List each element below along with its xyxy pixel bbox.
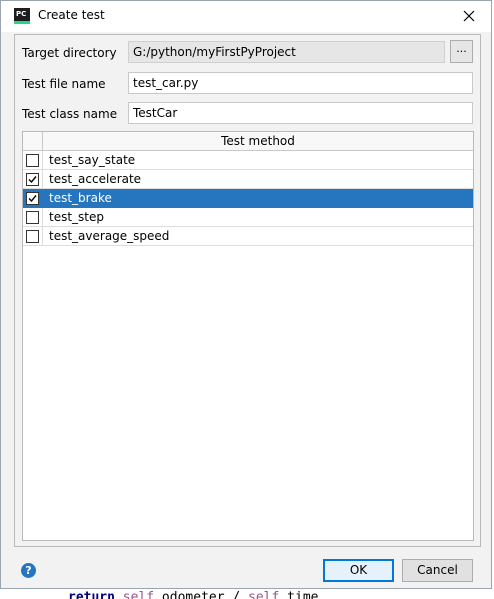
checkmark-icon <box>28 175 37 183</box>
method-name: test_say_state <box>49 152 136 167</box>
close-button[interactable] <box>455 5 483 27</box>
checkbox-unchecked[interactable] <box>26 153 39 167</box>
header-check-column[interactable] <box>23 132 43 150</box>
dialog-title: Create test <box>38 8 105 22</box>
checkbox-unchecked[interactable] <box>26 229 39 243</box>
row-check-cell <box>23 207 43 227</box>
test-method-table: Test method test_say_state test_accelerat… <box>22 131 474 541</box>
browse-button[interactable]: ... <box>450 40 473 63</box>
table-row[interactable]: test_brake <box>23 188 473 208</box>
checkmark-icon <box>28 194 37 202</box>
pycharm-icon: PC <box>14 8 30 24</box>
close-icon <box>463 10 475 22</box>
method-name: test_average_speed <box>49 228 170 243</box>
test-method-header[interactable]: Test method <box>43 132 473 150</box>
title-bar: PC Create test <box>1 1 491 32</box>
row-check-cell <box>23 150 43 170</box>
test-class-name-label: Test class name <box>22 107 118 121</box>
row-check-cell <box>23 226 43 246</box>
method-name: test_brake <box>49 190 112 205</box>
background-code-line: return self.odometer / self.time <box>68 590 319 599</box>
test-class-name-field[interactable]: TestCar <box>128 102 473 124</box>
table-row[interactable]: test_say_state <box>23 150 473 170</box>
checkbox-checked[interactable] <box>26 172 39 186</box>
checkbox-unchecked[interactable] <box>26 210 39 224</box>
help-button[interactable]: ? <box>21 563 36 578</box>
table-row[interactable]: test_accelerate <box>23 169 473 189</box>
row-check-cell <box>23 169 43 189</box>
test-file-name-label: Test file name <box>22 77 106 91</box>
create-test-dialog: PC Create test Target directory G:/pytho… <box>0 0 492 589</box>
table-header: Test method <box>23 132 473 151</box>
test-file-name-field[interactable]: test_car.py <box>128 72 473 94</box>
method-name: test_accelerate <box>49 171 142 186</box>
row-check-cell <box>23 188 43 208</box>
table-row[interactable]: test_average_speed <box>23 226 473 246</box>
checkbox-checked[interactable] <box>26 191 39 205</box>
cancel-button[interactable]: Cancel <box>402 559 473 582</box>
target-directory-label: Target directory <box>22 46 117 60</box>
dialog-content-panel: Target directory G:/python/myFirstPyProj… <box>14 34 481 547</box>
ok-button[interactable]: OK <box>323 559 394 582</box>
method-name: test_step <box>49 209 105 224</box>
target-directory-field[interactable]: G:/python/myFirstPyProject <box>128 41 445 63</box>
table-row[interactable]: test_step <box>23 207 473 227</box>
